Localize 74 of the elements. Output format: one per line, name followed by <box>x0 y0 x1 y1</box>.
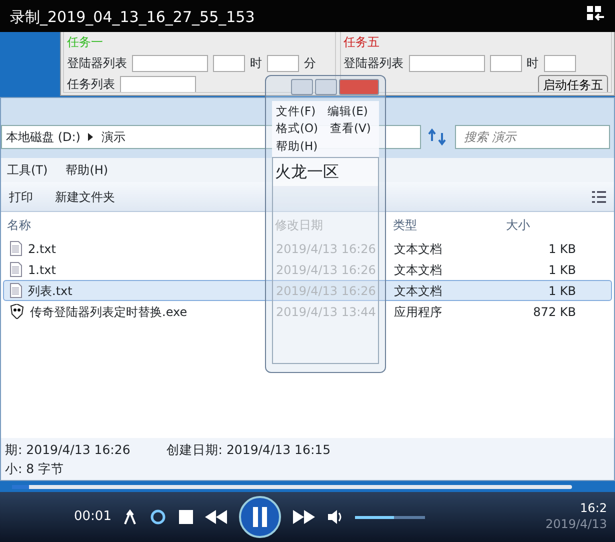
fast-forward-icon[interactable] <box>293 510 316 524</box>
seek-bar[interactable] <box>12 485 572 489</box>
file-row[interactable]: 2.txt 2019/4/13 16:26 文本文档 1 KB <box>3 238 612 259</box>
breadcrumb[interactable]: 演示 <box>101 128 126 146</box>
volume-slider[interactable] <box>355 516 426 518</box>
field-label: 登陆器列表 <box>67 55 127 72</box>
menu-item[interactable]: 文件(F) <box>276 103 316 120</box>
file-row[interactable]: 传奇登陆器列表定时替换.exe 2019/4/13 13:44 应用程序 872 KB <box>3 301 612 322</box>
field-label: 时 <box>250 55 262 72</box>
stop-icon[interactable] <box>179 510 194 524</box>
taskbar-date: 2019/4/13 <box>545 517 607 533</box>
field-label: 分 <box>304 55 316 72</box>
menu-item[interactable]: 编辑(E) <box>328 103 368 120</box>
file-type: 文本文档 <box>394 240 443 258</box>
search-field[interactable]: 搜索 演示 <box>455 125 610 149</box>
playback-time: 00:01 <box>74 508 112 526</box>
input-field[interactable] <box>408 54 484 72</box>
file-name: 传奇登陆器列表定时替换.exe <box>30 304 188 320</box>
maximize-button[interactable] <box>315 79 337 95</box>
file-size: 1 KB <box>547 282 577 300</box>
chevron-icon <box>88 133 94 141</box>
switch-view-icon[interactable] <box>587 6 605 22</box>
field-label: 时 <box>526 55 538 72</box>
input-field[interactable] <box>213 54 245 72</box>
text-file-icon <box>10 283 22 298</box>
application-icon <box>10 304 24 319</box>
file-name: 2.txt <box>28 240 56 258</box>
rewind-icon[interactable] <box>205 510 228 524</box>
view-options-icon[interactable] <box>592 190 606 202</box>
start-task-button[interactable]: 启动任务五 <box>538 75 608 92</box>
shuffle-icon[interactable] <box>123 509 138 525</box>
file-name: 列表.txt <box>28 282 72 300</box>
volume-icon[interactable] <box>327 509 344 525</box>
window-title: 录制_2019_04_13_16_27_55_153 <box>10 7 255 28</box>
column-header[interactable]: 名称 <box>1 216 275 234</box>
text-file-icon <box>10 262 22 277</box>
input-field[interactable] <box>267 54 299 72</box>
file-type: 应用程序 <box>394 304 443 320</box>
file-size: 1 KB <box>547 240 577 258</box>
text-area[interactable]: 火龙一区 <box>272 156 379 186</box>
file-modified-date: 2019/4/13 16:26 <box>276 240 377 258</box>
input-field[interactable] <box>544 54 576 72</box>
file-size: 872 KB <box>532 304 577 320</box>
file-modified-date: 2019/4/13 16:26 <box>276 282 377 300</box>
pause-button[interactable] <box>239 496 282 538</box>
taskbar-time: 16:2 <box>579 501 607 517</box>
file-modified-date: 2019/4/13 13:44 <box>276 304 377 320</box>
detail-text: 创建日期: 2019/4/13 16:15 <box>166 441 331 459</box>
task-heading: 任务一 <box>67 34 104 51</box>
menu-item[interactable]: 工具(T) <box>7 161 48 179</box>
task-heading: 任务五 <box>344 34 380 51</box>
file-size: 1 KB <box>547 262 577 278</box>
file-type: 文本文档 <box>394 282 443 300</box>
toolbar-button[interactable]: 新建文件夹 <box>55 188 115 206</box>
input-field[interactable] <box>132 54 208 72</box>
input-field[interactable] <box>490 54 522 72</box>
field-label: 登陆器列表 <box>344 55 404 72</box>
file-row[interactable]: 列表.txt 2019/4/13 16:26 文本文档 1 KB <box>3 280 612 301</box>
file-row[interactable]: 1.txt 2019/4/13 16:26 文本文档 1 KB <box>3 259 612 280</box>
file-name: 1.txt <box>28 262 56 278</box>
minimize-button[interactable] <box>291 79 313 95</box>
text-file-icon <box>10 241 22 256</box>
repeat-icon[interactable] <box>149 508 168 526</box>
column-header[interactable]: 类型 <box>393 216 486 234</box>
menu-item[interactable]: 帮助(H) <box>66 161 108 179</box>
breadcrumb[interactable]: 本地磁盘 (D:) <box>6 128 80 146</box>
input-field[interactable] <box>120 76 196 92</box>
column-header[interactable]: 大小 <box>486 216 581 234</box>
detail-text: 小: 8 字节 <box>5 460 64 478</box>
detail-text: 期: 2019/4/13 16:26 <box>5 441 130 459</box>
file-modified-date: 2019/4/13 16:26 <box>276 262 377 278</box>
field-label: 任务列表 <box>67 76 115 92</box>
file-type: 文本文档 <box>394 262 443 278</box>
toolbar-button[interactable]: 打印 <box>9 188 33 206</box>
